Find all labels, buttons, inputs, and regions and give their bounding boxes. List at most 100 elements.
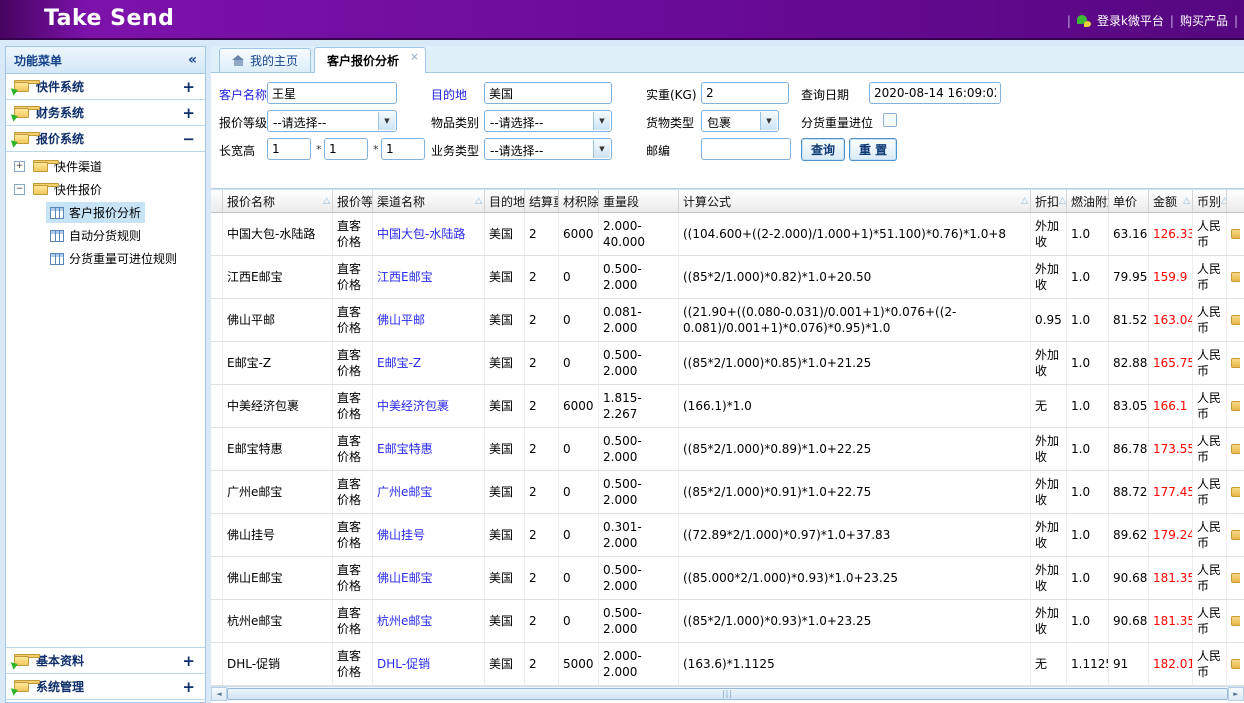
channel-link[interactable]: 广州e邮宝: [377, 484, 432, 500]
scroll-right-icon[interactable]: ►: [1228, 687, 1244, 701]
edit-icon[interactable]: [1231, 444, 1240, 454]
customer-name-input[interactable]: [267, 82, 397, 104]
cell-channel_name[interactable]: E邮宝-Z: [373, 342, 485, 384]
channel-link[interactable]: 中美经济包裹: [377, 398, 449, 414]
cell-action[interactable]: [1227, 557, 1244, 599]
edit-icon[interactable]: [1231, 315, 1240, 325]
sort-icon[interactable]: △: [1221, 196, 1227, 206]
cell-channel_name[interactable]: 江西E邮宝: [373, 256, 485, 298]
sort-icon[interactable]: △: [1059, 196, 1067, 206]
channel-link[interactable]: E邮宝-Z: [377, 355, 421, 371]
column-header-weight_range[interactable]: 重量段: [599, 190, 679, 212]
sort-icon[interactable]: △: [1183, 196, 1192, 206]
column-header-quote_name[interactable]: 报价名称△: [223, 190, 333, 212]
tree-item-express-quote[interactable]: − 快件报价: [6, 178, 205, 201]
tree-item-auto-dispatch-rules[interactable]: 自动分货规则: [6, 224, 205, 247]
quote-level-select[interactable]: --请选择-- ▼: [267, 110, 397, 132]
weight-input[interactable]: [701, 82, 789, 104]
sidebar-item-finance-system[interactable]: 财务系统 +: [6, 100, 205, 126]
scroll-left-icon[interactable]: ◄: [211, 687, 227, 701]
scrollbar-thumb[interactable]: |||: [227, 688, 1228, 700]
column-header-volume_divisor[interactable]: 材积除△: [559, 190, 599, 212]
tree-item-express-channel[interactable]: + 快件渠道: [6, 155, 205, 178]
column-header-currency[interactable]: 币别△: [1193, 190, 1227, 212]
chevron-down-icon[interactable]: ▼: [760, 112, 777, 130]
edit-icon[interactable]: [1231, 358, 1240, 368]
cell-action[interactable]: [1227, 385, 1244, 427]
item-category-select[interactable]: --请选择-- ▼: [484, 110, 612, 132]
expand-plus-icon[interactable]: +: [182, 106, 195, 120]
close-icon[interactable]: ×: [410, 50, 419, 63]
chevron-down-icon[interactable]: ▼: [378, 112, 395, 130]
channel-link[interactable]: DHL-促销: [377, 656, 430, 672]
login-kwei-link[interactable]: 登录k微平台: [1097, 12, 1164, 29]
cell-action[interactable]: [1227, 428, 1244, 470]
reset-button[interactable]: 重 置: [849, 138, 897, 161]
cell-action[interactable]: [1227, 471, 1244, 513]
edit-icon[interactable]: [1231, 229, 1240, 239]
column-header-discount[interactable]: 折扣△: [1031, 190, 1067, 212]
cell-channel_name[interactable]: DHL-促销: [373, 643, 485, 685]
cell-action[interactable]: [1227, 299, 1244, 341]
sort-icon[interactable]: △: [475, 196, 484, 206]
cell-channel_name[interactable]: 杭州e邮宝: [373, 600, 485, 642]
column-header-fuel_surcharge[interactable]: 燃油附加: [1067, 190, 1109, 212]
height-input[interactable]: [381, 138, 425, 160]
column-header-unit_price[interactable]: 单价: [1109, 190, 1149, 212]
sidebar-item-quote-system[interactable]: 报价系统 −: [6, 126, 205, 152]
column-header-channel_name[interactable]: 渠道名称△: [373, 190, 485, 212]
edit-icon[interactable]: [1231, 530, 1240, 540]
cell-channel_name[interactable]: E邮宝特惠: [373, 428, 485, 470]
collapse-minus-icon[interactable]: −: [182, 132, 195, 146]
edit-icon[interactable]: [1231, 272, 1240, 282]
tree-collapse-icon[interactable]: −: [14, 184, 25, 195]
buy-product-link[interactable]: 购买产品: [1180, 12, 1228, 29]
sort-icon[interactable]: △: [323, 196, 332, 206]
cell-channel_name[interactable]: 广州e邮宝: [373, 471, 485, 513]
cell-action[interactable]: [1227, 213, 1244, 255]
cell-action[interactable]: [1227, 256, 1244, 298]
sidebar-item-basic-data[interactable]: 基本资料 +: [6, 648, 205, 674]
sidebar-item-system-management[interactable]: 系统管理 +: [6, 674, 205, 700]
channel-link[interactable]: E邮宝特惠: [377, 441, 433, 457]
cell-action[interactable]: [1227, 514, 1244, 556]
cell-action[interactable]: [1227, 600, 1244, 642]
query-date-input[interactable]: [869, 82, 1001, 104]
cell-channel_name[interactable]: 佛山挂号: [373, 514, 485, 556]
chevron-down-icon[interactable]: ▼: [593, 112, 610, 130]
channel-link[interactable]: 江西E邮宝: [377, 269, 433, 285]
edit-icon[interactable]: [1231, 616, 1240, 626]
column-header-quote_level[interactable]: 报价等级: [333, 190, 373, 212]
edit-icon[interactable]: [1231, 573, 1240, 583]
tree-item-weight-carry-rules[interactable]: 分货重量可进位规则: [6, 247, 205, 270]
expand-plus-icon[interactable]: +: [182, 654, 195, 668]
column-header-amount[interactable]: 金额△: [1149, 190, 1193, 212]
tab-my-home[interactable]: 我的主页: [219, 48, 311, 72]
length-input[interactable]: [267, 138, 311, 160]
channel-link[interactable]: 佛山E邮宝: [377, 570, 433, 586]
edit-icon[interactable]: [1231, 487, 1240, 497]
horizontal-scrollbar[interactable]: ◄ ||| ►: [211, 686, 1244, 701]
channel-link[interactable]: 佛山挂号: [377, 527, 425, 543]
width-input[interactable]: [324, 138, 368, 160]
chevron-down-icon[interactable]: ▼: [593, 140, 610, 158]
column-header-destination[interactable]: 目的地△: [485, 190, 525, 212]
cell-channel_name[interactable]: 佛山平邮: [373, 299, 485, 341]
sort-icon[interactable]: △: [1021, 196, 1030, 206]
edit-icon[interactable]: [1231, 659, 1240, 669]
column-header-spacer[interactable]: [211, 190, 223, 212]
postcode-input[interactable]: [701, 138, 791, 160]
destination-input[interactable]: [484, 82, 612, 104]
cell-channel_name[interactable]: 中国大包-水陆路: [373, 213, 485, 255]
channel-link[interactable]: 中国大包-水陆路: [377, 226, 465, 242]
sidebar-item-express-system[interactable]: 快件系统 +: [6, 74, 205, 100]
expand-plus-icon[interactable]: +: [182, 80, 195, 94]
cell-action[interactable]: [1227, 643, 1244, 685]
business-type-select[interactable]: --请选择-- ▼: [484, 138, 612, 160]
tree-item-customer-quote-analysis[interactable]: 客户报价分析: [6, 201, 205, 224]
weight-carry-checkbox[interactable]: [883, 113, 897, 127]
search-button[interactable]: 查询: [801, 138, 845, 161]
goods-type-select[interactable]: 包裹 ▼: [701, 110, 779, 132]
expand-plus-icon[interactable]: +: [182, 680, 195, 694]
column-header-formula[interactable]: 计算公式△: [679, 190, 1031, 212]
